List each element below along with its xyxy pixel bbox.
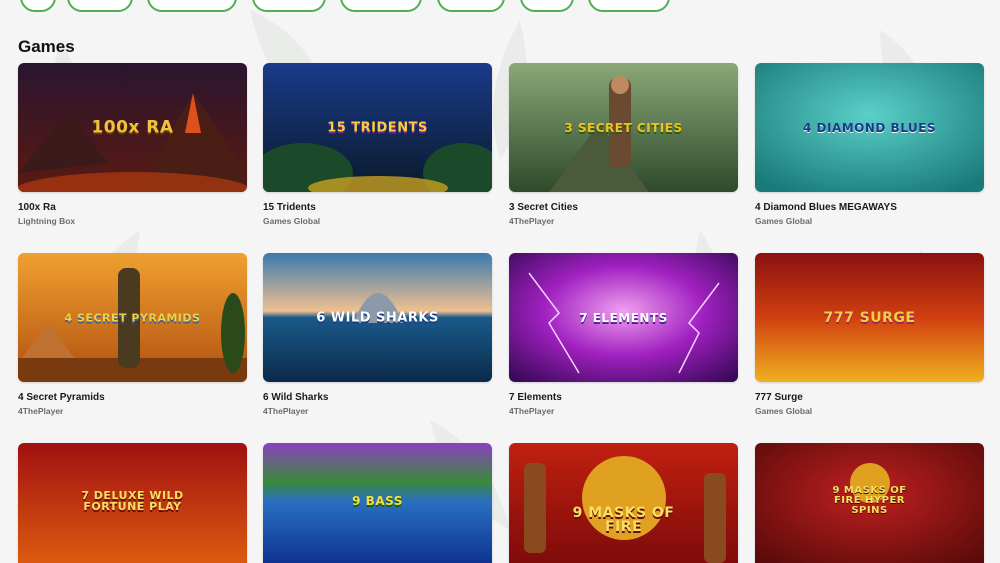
game-logo: 6 WILD SHARKS [316,310,439,325]
game-card[interactable]: 100x RA 100x Ra Lightning Box [18,63,247,226]
game-card[interactable]: 7 ELEMENTS 7 Elements 4ThePlayer [509,253,738,416]
game-provider: 4ThePlayer [18,406,64,416]
game-title: 15 Tridents [263,202,316,213]
game-card[interactable]: 9 MASKS OF FIRE HYPER SPINS [755,443,984,563]
filter-pill-3[interactable] [147,0,237,12]
game-title: 100x Ra [18,202,56,213]
game-thumbnail[interactable]: 9 BASS [263,443,492,563]
game-thumbnail[interactable]: 3 SECRET CITIES [509,63,738,192]
game-thumbnail[interactable]: 777 SURGE [755,253,984,382]
game-title: 7 Elements [509,392,562,403]
game-thumbnail[interactable]: 4 DIAMOND BLUES [755,63,984,192]
filter-pill-8[interactable] [588,0,670,12]
game-thumbnail[interactable]: 100x RA [18,63,247,192]
game-logo: 9 MASKS OF FIRE HYPER SPINS [832,485,907,517]
game-logo: 100x RA [91,117,174,137]
game-card[interactable]: 6 WILD SHARKS 6 Wild Sharks 4ThePlayer [263,253,492,416]
filter-pill-2[interactable] [67,0,133,12]
game-logo: 7 ELEMENTS [579,310,668,325]
filter-pill-4[interactable] [252,0,326,12]
game-logo: 4 DIAMOND BLUES [802,120,937,135]
game-card[interactable]: 3 SECRET CITIES 3 Secret Cities 4ThePlay… [509,63,738,226]
game-card[interactable]: 9 BASS [263,443,492,563]
game-title: 4 Diamond Blues MEGAWAYS [755,202,897,213]
game-card[interactable]: 4 DIAMOND BLUES 4 Diamond Blues MEGAWAYS… [755,63,984,226]
filter-pill-5[interactable] [340,0,422,12]
game-logo: 3 SECRET CITIES [564,120,683,135]
filter-pill-6[interactable] [437,0,505,12]
game-card[interactable]: 15 TRIDENTS 15 Tridents Games Global [263,63,492,226]
game-provider: Lightning Box [18,216,76,226]
game-provider: Games Global [755,406,813,416]
game-thumbnail[interactable]: 6 WILD SHARKS [263,253,492,382]
game-logo: 15 TRIDENTS [327,120,428,135]
filter-pill-1[interactable] [20,0,56,12]
game-title: 3 Secret Cities [509,202,578,213]
game-thumbnail[interactable]: 7 DELUXE WILD FORTUNE PLAY [18,443,247,563]
game-provider: 4ThePlayer [509,216,555,226]
game-card[interactable]: 4 SECRET PYRAMIDS 4 Secret Pyramids 4The… [18,253,247,416]
game-provider: 4ThePlayer [509,406,555,416]
section-title: Games [18,37,75,56]
game-provider: 4ThePlayer [263,406,309,416]
game-provider: Games Global [755,216,813,226]
game-card[interactable]: 9 MASKS OF FIRE [509,443,738,563]
game-thumbnail[interactable]: 15 TRIDENTS [263,63,492,192]
game-card[interactable]: 777 SURGE 777 Surge Games Global [755,253,984,416]
game-logo: 4 SECRET PYRAMIDS [64,311,201,324]
filter-pill-7[interactable] [520,0,574,12]
game-logo: 7 DELUXE WILD FORTUNE PLAY [81,489,184,514]
game-logo: 9 BASS [352,494,403,509]
game-card[interactable]: 7 DELUXE WILD FORTUNE PLAY [18,443,247,563]
game-provider: Games Global [263,216,321,226]
game-title: 6 Wild Sharks [263,392,329,403]
game-thumbnail[interactable]: 9 MASKS OF FIRE [509,443,738,563]
game-thumbnail[interactable]: 4 SECRET PYRAMIDS [18,253,247,382]
game-thumbnail[interactable]: 9 MASKS OF FIRE HYPER SPINS [755,443,984,563]
game-title: 777 Surge [755,392,803,403]
game-logo: 777 SURGE [823,309,916,326]
game-thumbnail[interactable]: 7 ELEMENTS [509,253,738,382]
game-title: 4 Secret Pyramids [18,392,105,403]
game-logo: 9 MASKS OF FIRE [572,505,675,536]
